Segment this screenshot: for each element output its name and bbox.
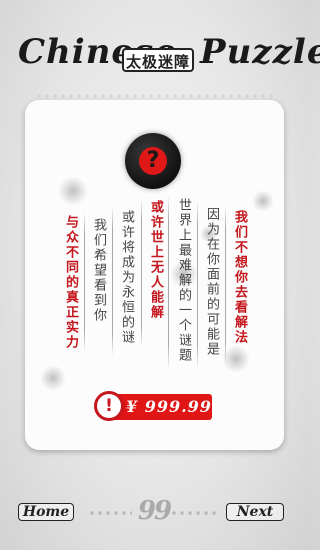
question-mark-icon: ? [139, 147, 167, 175]
next-button[interactable]: Next [226, 503, 284, 521]
price-label: ¥ 999.99 [112, 394, 212, 420]
poem-column-3: 世界上最难解的一个谜题 [176, 198, 191, 363]
level-dots-right [170, 510, 218, 516]
question-mark-badge: ? [125, 133, 181, 189]
title-seal: 太极迷障 [122, 48, 194, 72]
ink-blot-decor [58, 176, 88, 206]
ink-blot-decor [252, 190, 274, 212]
column-divider [197, 200, 198, 370]
poem-column-4: 或许世上无人能解 [148, 200, 163, 320]
home-button[interactable]: Home [18, 503, 74, 521]
ink-blot-decor [222, 345, 250, 373]
column-divider [168, 195, 169, 370]
poem-column-6: 我们希望看到你 [91, 218, 106, 323]
poem-column-1: 我们不想你去看解法 [232, 210, 247, 345]
column-divider [225, 205, 226, 365]
column-divider [112, 206, 113, 356]
poem-column-7: 与众不同的真正实力 [63, 215, 78, 350]
poem-column-2: 因为在你面前的可能是 [204, 207, 219, 357]
level-dots-left [88, 510, 132, 516]
buy-answer-button[interactable]: ! ¥ 999.99 [94, 391, 214, 421]
column-divider [141, 198, 142, 348]
column-divider [84, 212, 85, 352]
exclamation-icon: ! [94, 391, 124, 421]
poem-column-5: 或许将成为永恒的谜 [119, 210, 134, 345]
level-number: 99 [137, 496, 172, 526]
ink-blot-decor [40, 365, 66, 391]
title-puzzle: Puzzle [200, 32, 320, 72]
title-bar: Chinese 太极迷障 Puzzle [0, 30, 320, 86]
